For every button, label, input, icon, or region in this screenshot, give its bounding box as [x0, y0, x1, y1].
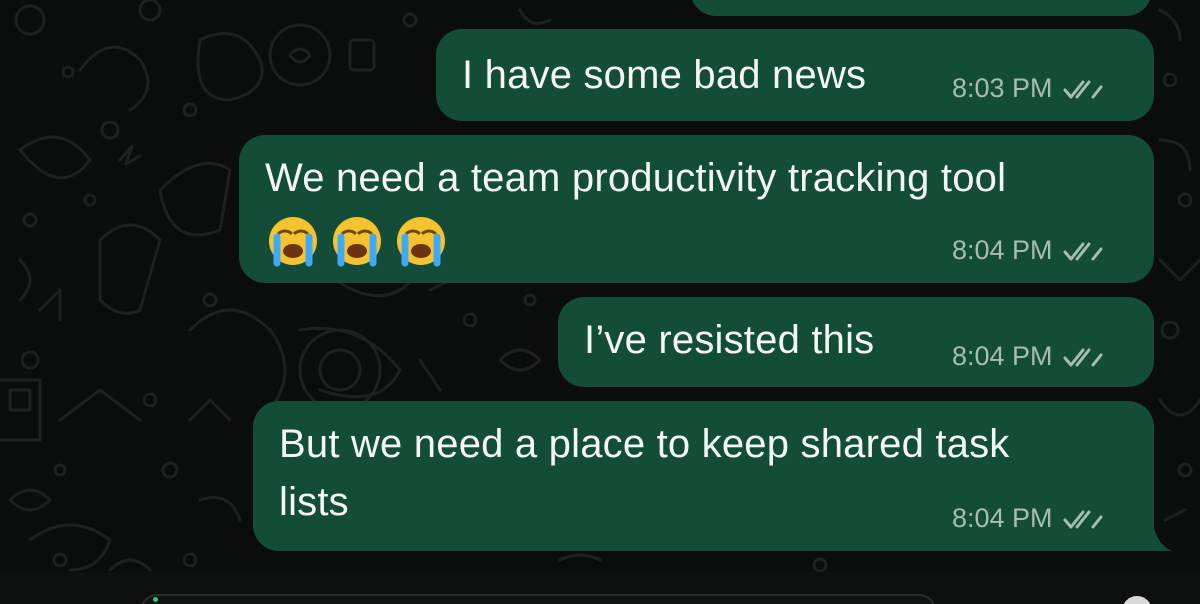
double-check-icon: [1063, 242, 1103, 260]
message-meta: 8:04 PM: [952, 235, 1103, 266]
double-check-icon: [1063, 80, 1103, 98]
message-time: 8:04 PM: [952, 341, 1053, 371]
message-text: We need a team productivity tracking too…: [265, 156, 1007, 200]
double-check-icon: [1063, 348, 1103, 366]
previous-message-bubble[interactable]: [690, 0, 1152, 16]
input-cursor: [153, 597, 158, 602]
message-text: I have some bad news: [462, 53, 867, 97]
message-text-line-1: But we need a place to keep shared task: [279, 422, 1010, 466]
message-bubble[interactable]: But we need a place to keep shared task …: [253, 401, 1154, 551]
message-time: 8:04 PM: [952, 235, 1053, 265]
bubble-tail: [1140, 527, 1172, 551]
message-meta: 8:04 PM: [952, 503, 1103, 534]
message-text-line-2: lists: [279, 480, 349, 524]
double-check-icon: [1063, 510, 1103, 528]
message-time: 8:04 PM: [952, 503, 1053, 533]
message-meta: 8:04 PM: [952, 341, 1103, 372]
loudly-crying-face-icon: [333, 217, 381, 267]
message-bubble[interactable]: I have some bad news 8:03 PM: [436, 29, 1154, 121]
message-time: 8:03 PM: [952, 73, 1053, 103]
message-text: I’ve resisted this: [584, 318, 875, 362]
message-bubble[interactable]: We need a team productivity tracking too…: [239, 135, 1154, 283]
message-bubble[interactable]: I’ve resisted this 8:04 PM: [558, 297, 1154, 387]
emoji-row: [267, 215, 459, 267]
chat-screen: I have some bad news 8:03 PM We need a t…: [0, 0, 1200, 604]
message-meta: 8:03 PM: [952, 73, 1103, 104]
loudly-crying-face-icon: [269, 217, 317, 267]
message-input[interactable]: [140, 594, 936, 604]
loudly-crying-face-icon: [397, 217, 445, 267]
